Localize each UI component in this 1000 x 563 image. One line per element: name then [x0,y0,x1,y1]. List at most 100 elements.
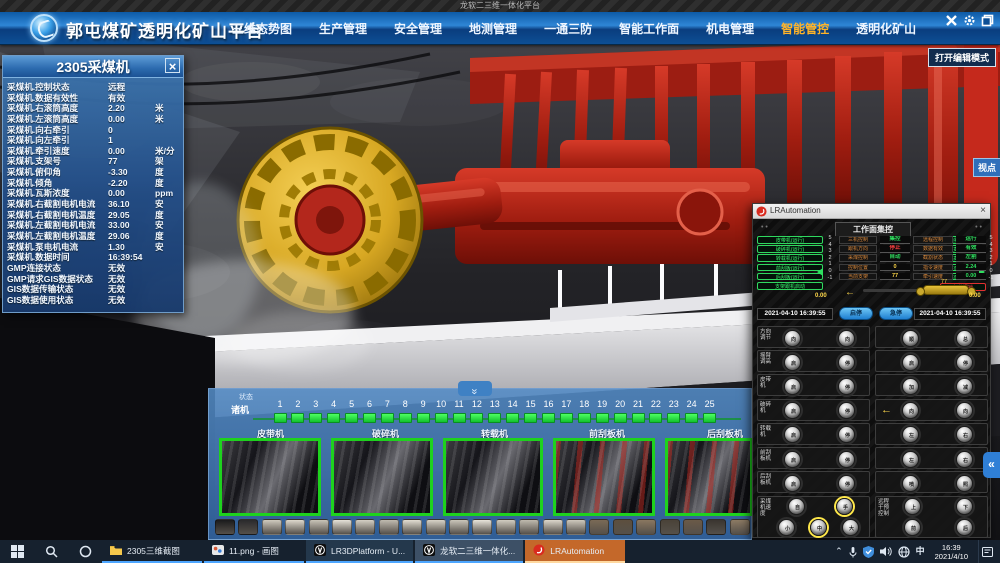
lr-command-4[interactable]: 后刮板(运行) [757,273,823,281]
camera-thumb-2[interactable] [331,438,433,516]
support-status-led[interactable] [632,413,645,423]
film-thumb[interactable] [262,519,282,535]
support-status-led[interactable] [542,413,555,423]
nav-item-3[interactable]: 地测管理 [469,20,517,37]
usb-device-icon[interactable] [849,546,857,558]
speed-button[interactable]: 小速 [778,519,795,536]
mode-button[interactable]: 手动 [836,498,853,515]
restore-window-icon[interactable] [981,14,994,27]
lr-command-5[interactable]: 支架跟机启动 [757,282,823,290]
nav-item-5[interactable]: 智能工作面 [619,20,679,37]
ime-indicator[interactable]: 中 [916,540,925,563]
group-button[interactable]: 右升 [956,426,973,443]
start-button[interactable] [0,540,34,563]
security-shield-icon[interactable] [863,546,874,558]
group-button[interactable]: 向左 [902,402,919,419]
shearer-position-slider[interactable]: ← 77 [837,281,987,301]
collapse-left-chevron-icon[interactable]: « [983,452,1000,478]
film-thumb[interactable] [472,519,492,535]
mode-button[interactable]: 自动 [788,498,805,515]
start-stop-button[interactable]: 启停 [839,307,873,320]
film-thumb[interactable] [706,519,726,535]
support-status-led[interactable] [274,413,287,423]
face-control-tab[interactable]: 工作面集控 [835,222,911,236]
film-thumb[interactable] [613,519,633,535]
film-thumb[interactable] [355,519,375,535]
film-thumb[interactable] [332,519,352,535]
search-button[interactable] [34,540,68,563]
estop-blue-button[interactable]: 急停 [879,307,913,320]
film-thumb[interactable] [402,519,422,535]
camera-thumb-5[interactable] [665,438,753,516]
support-status-led[interactable] [309,413,322,423]
camera-thumb-4[interactable] [553,438,655,516]
lr-titlebar[interactable]: LRAutomation × [753,204,990,219]
nav-item-2[interactable]: 安全管理 [394,20,442,37]
intervene-button[interactable]: 上升 [904,498,921,515]
support-status-led[interactable] [381,413,394,423]
group-button[interactable]: 停止 [838,402,855,419]
group-button[interactable]: 减速 [956,378,973,395]
group-button[interactable]: 向左 [784,330,801,347]
group-button[interactable]: 启动 [784,451,801,468]
strip-collapse-chevron-icon[interactable]: « [458,381,492,396]
camera-thumb-3[interactable] [443,438,543,516]
group-button[interactable]: 喷雾 [902,475,919,492]
settings-gear-icon[interactable] [963,14,976,27]
nav-item-4[interactable]: 一通三防 [544,20,592,37]
support-status-led[interactable] [703,413,716,423]
support-status-led[interactable] [667,413,680,423]
support-status-led[interactable] [399,413,412,423]
nav-item-8[interactable]: 透明化矿山 [856,20,916,37]
group-button[interactable]: 左升 [902,426,919,443]
group-button[interactable]: 停止 [956,354,973,371]
group-button[interactable]: 照明 [956,475,973,492]
machine-panel-close-icon[interactable]: × [165,58,180,73]
task-view-button[interactable] [68,540,102,563]
taskbar-app-4[interactable]: LRAutomation [525,540,625,563]
group-button[interactable]: 启动 [902,354,919,371]
support-status-led[interactable] [578,413,591,423]
lr-command-2[interactable]: 转载机(运行) [757,254,823,262]
support-status-led[interactable] [596,413,609,423]
speed-button[interactable]: 中速 [810,519,827,536]
support-status-led[interactable] [435,413,448,423]
support-status-led[interactable] [560,413,573,423]
group-button[interactable]: 停止 [838,451,855,468]
support-status-led[interactable] [327,413,340,423]
volume-icon[interactable] [880,546,892,557]
support-status-led[interactable] [524,413,537,423]
group-button[interactable]: 启动 [784,475,801,492]
film-thumb[interactable] [449,519,469,535]
film-thumb[interactable] [496,519,516,535]
action-center-button[interactable] [978,540,996,563]
support-status-led[interactable] [506,413,519,423]
support-status-led[interactable] [345,413,358,423]
support-status-led[interactable] [470,413,483,423]
film-thumb[interactable] [238,519,258,535]
group-button[interactable]: 总停 [956,330,973,347]
film-thumb[interactable] [426,519,446,535]
lr-command-1[interactable]: 破碎机(运行) [757,245,823,253]
nav-item-6[interactable]: 机电管理 [706,20,754,37]
tray-expand-icon[interactable]: ⌃ [835,540,843,563]
film-thumb[interactable] [566,519,586,535]
film-thumb[interactable] [309,519,329,535]
film-thumb[interactable] [683,519,703,535]
group-button[interactable]: 左降 [902,451,919,468]
film-thumb[interactable] [589,519,609,535]
group-button[interactable]: 向右 [838,330,855,347]
group-button[interactable]: 启动 [784,402,801,419]
support-status-led[interactable] [417,413,430,423]
support-status-led[interactable] [614,413,627,423]
group-button[interactable]: 停止 [838,426,855,443]
intervene-button[interactable]: 后退 [956,519,973,536]
group-button[interactable]: 停止 [838,354,855,371]
taskbar-app-1[interactable]: 11.png - 画图 [204,540,304,563]
lr-command-3[interactable]: 前刮板(运行) [757,264,823,272]
film-thumb[interactable] [215,519,235,535]
taskbar-app-0[interactable]: 2305三维截图 [102,540,202,563]
group-button[interactable]: 顺启 [902,330,919,347]
film-thumb[interactable] [730,519,750,535]
group-button[interactable]: 右降 [956,451,973,468]
